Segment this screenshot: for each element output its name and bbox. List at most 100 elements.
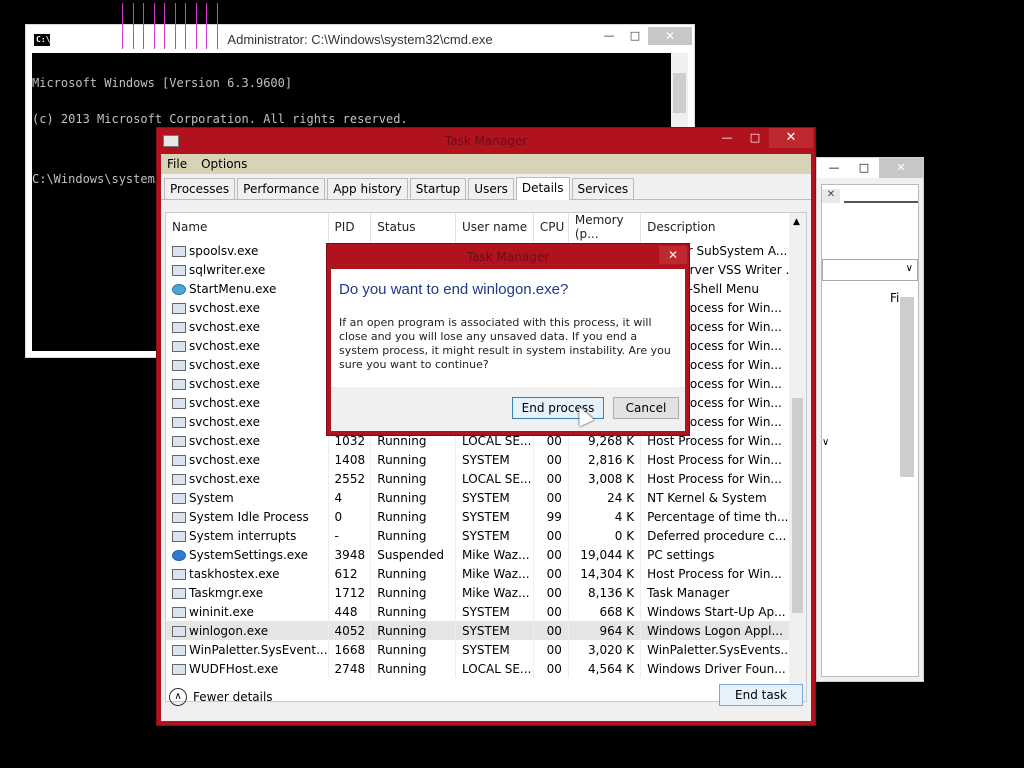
cell-user: SYSTEM [455,640,534,659]
process-name: svchost.exe [189,471,260,486]
cell-mem: 2,816 K [568,450,642,469]
process-name: svchost.exe [189,319,260,334]
cell-mem: 24 K [568,488,642,507]
cell-pid: 1712 [328,583,372,602]
column-memory[interactable]: Memory (p... [568,213,642,241]
cell-status: Running [370,526,456,545]
table-row[interactable]: System interrupts - Running SYSTEM 00 0 K Defe… [166,526,798,545]
tab-performance[interactable]: Performance [237,178,326,199]
close-icon[interactable]: ✕ [822,189,840,203]
grid-scrollbar[interactable]: ▲ ▼ [789,213,806,701]
gear-icon [172,549,186,561]
cell-user: SYSTEM [455,450,534,469]
dialog-titlebar[interactable]: Task Manager ✕ [327,244,689,269]
maximize-button[interactable]: □ [622,27,648,45]
taskmgr-icon [172,587,186,599]
cmd-scroll-thumb[interactable] [673,73,686,113]
process-name: winlogon.exe [189,623,269,638]
cell-name: taskhostex.exe [166,564,329,583]
menu-options[interactable]: Options [201,157,247,171]
cell-name: svchost.exe [166,298,329,317]
cell-pid: 4052 [328,621,372,640]
process-name: taskhostex.exe [189,566,280,581]
column-description[interactable]: Description [640,213,798,241]
close-button[interactable]: ✕ [769,128,813,148]
cell-mem: 668 K [568,602,642,621]
process-icon [172,378,186,390]
cell-mem: 4 K [568,507,642,526]
tm-titlebar[interactable]: Task Manager — □ ✕ [157,128,815,154]
process-icon [172,302,186,314]
dialog-body: Do you want to end winlogon.exe? If an o… [331,269,685,431]
cell-name: wininit.exe [166,602,329,621]
dialog-button-row: End process Cancel [331,387,685,431]
table-row[interactable]: Taskmgr.exe 1712 Running Mike Waz... 00 8,136… [166,583,798,602]
cell-user: Mike Waz... [455,545,534,564]
tab-startup[interactable]: Startup [409,178,467,199]
table-row[interactable]: wininit.exe 448 Running SYSTEM 00 668 K Window… [166,602,798,621]
tab-app-history[interactable]: App history [327,178,408,199]
process-name: Taskmgr.exe [189,585,264,600]
close-button[interactable]: ✕ [648,27,692,45]
column-name[interactable]: Name [166,213,329,241]
fewer-details-link[interactable]: ∧ Fewer details [169,688,273,706]
maximize-button[interactable]: □ [849,158,879,178]
end-task-button[interactable]: End task [719,684,803,706]
table-row[interactable]: taskhostex.exe 612 Running Mike Waz... 00 14,… [166,564,798,583]
menu-file[interactable]: File [167,157,187,171]
cell-cpu: 00 [533,621,569,640]
column-pid[interactable]: PID [328,213,372,241]
cell-status: Running [370,640,456,659]
cell-desc: NT Kernel & System [640,488,798,507]
background-scroll-thumb[interactable] [900,297,914,477]
table-row[interactable]: WinPaletter.SysEvent... 1668 Running SYSTEM… [166,640,798,659]
column-user[interactable]: User name [455,213,534,241]
close-button[interactable]: ✕ [659,246,687,264]
tab-details[interactable]: Details [515,177,570,200]
process-icon [172,530,186,542]
process-name: svchost.exe [189,414,260,429]
minimize-button[interactable]: — [596,27,622,45]
minimize-button[interactable]: — [819,158,849,178]
column-cpu[interactable]: CPU [533,213,569,241]
table-row[interactable]: System 4 Running SYSTEM 00 24 K NT Kernel & Sy… [166,488,798,507]
column-status[interactable]: Status [370,213,456,241]
tab-services[interactable]: Services [571,178,635,199]
table-row[interactable]: SystemSettings.exe 3948 Suspended Mike Waz.… [166,545,798,564]
process-name: svchost.exe [189,300,260,315]
chevron-up-icon: ∧ [169,688,187,706]
grid-scroll-thumb[interactable] [792,398,803,613]
table-row[interactable]: winlogon.exe 4052 Running SYSTEM 00 964 K Wind… [166,621,798,640]
menubar: File Options [161,154,811,174]
cell-cpu: 00 [533,526,569,545]
cell-name: sqlwriter.exe [166,260,329,279]
console-line: Microsoft Windows [Version 6.3.9600] [32,76,293,90]
tab-processes[interactable]: Processes [164,178,236,199]
cell-name: svchost.exe [166,393,329,412]
table-row[interactable]: svchost.exe 2552 Running LOCAL SE... 00 3,008… [166,469,798,488]
combo-box[interactable]: ∨ [822,259,918,281]
cell-desc: Windows Start-Up Ap... [640,602,798,621]
cell-name: svchost.exe [166,412,329,431]
minimize-button[interactable]: — [713,128,741,148]
table-row[interactable]: System Idle Process 0 Running SYSTEM 99 4 K Pe… [166,507,798,526]
cancel-button[interactable]: Cancel [613,397,679,419]
maximize-button[interactable]: □ [741,128,769,148]
cell-desc: Deferred procedure c... [640,526,798,545]
tab-users[interactable]: Users [468,178,514,199]
background-titlebar[interactable]: — □ ✕ [817,158,923,178]
cell-desc: PC settings [640,545,798,564]
close-button[interactable]: ✕ [879,158,923,178]
tm-caption-buttons: — □ ✕ [713,128,813,148]
cell-cpu: 00 [533,488,569,507]
cell-status: Suspended [370,545,456,564]
process-icon [172,264,186,276]
process-name: sqlwriter.exe [189,262,266,277]
chevron-up-icon[interactable]: ▲ [793,217,800,227]
printer-icon [172,245,186,257]
process-icon [172,340,186,352]
process-name: System interrupts [189,528,297,543]
cell-mem: 3,020 K [568,640,642,659]
table-row[interactable]: svchost.exe 1408 Running SYSTEM 00 2,816 K Hos… [166,450,798,469]
process-icon [172,492,186,504]
